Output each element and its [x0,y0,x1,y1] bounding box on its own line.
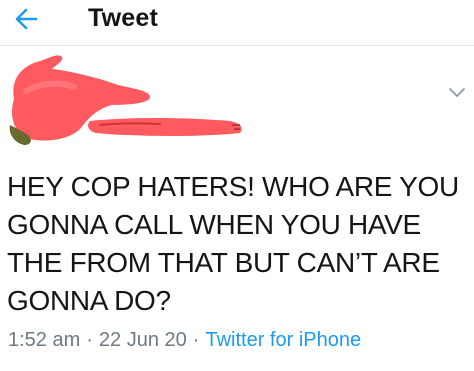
tweet-date: 22 Jun 20 [98,329,187,351]
meta-separator: · [86,329,93,351]
redaction-scribble [9,55,242,145]
tweet-text-line: GONNA DO? [7,285,171,316]
tweet-text-line: THE FROM THAT BUT CAN’T ARE [7,247,440,278]
tweet-text: HEY COP HATERS! WHO ARE YOU GONNA CALL W… [7,168,469,320]
tweet-screen: Tweet HEY COP HATERS! WHO ARE YOU GONNA … [0,0,474,371]
tweet-menu-button[interactable] [446,83,468,101]
back-button[interactable] [10,4,50,34]
tweet-text-line: HEY COP HATERS! WHO ARE YOU [7,171,459,202]
chevron-down-icon [449,88,465,97]
arrow-left-icon [15,8,38,30]
header-bar: Tweet [0,0,474,46]
page-title: Tweet [88,4,158,32]
tweet-time: 1:52 am [8,329,81,351]
tweet-meta: 1:52 am · 22 Jun 20 · Twitter for iPhone [8,329,361,359]
tweet-text-line: GONNA CALL WHEN YOU HAVE [7,209,421,240]
tweet-source-link[interactable]: Twitter for iPhone [205,329,361,351]
meta-separator: · [192,329,200,351]
author-block [0,47,474,157]
